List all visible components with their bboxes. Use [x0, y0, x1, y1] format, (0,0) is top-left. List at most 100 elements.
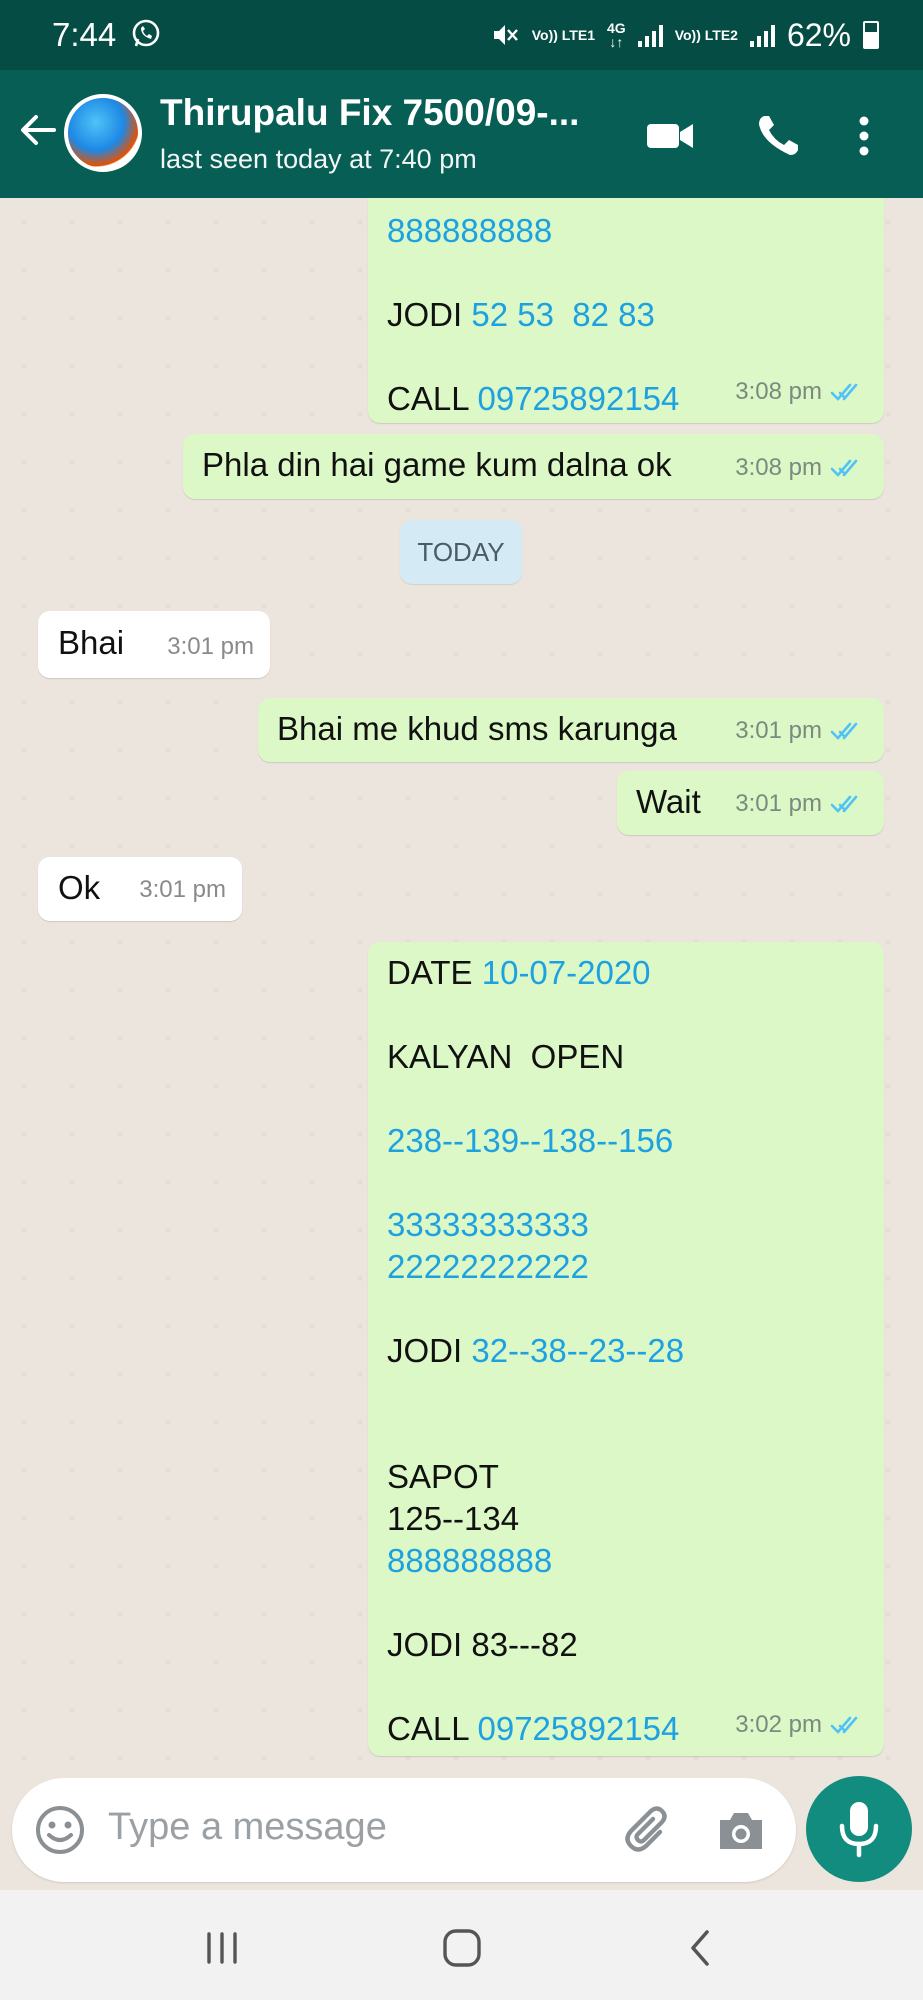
video-call-icon[interactable] — [644, 110, 696, 162]
message-text: JODI — [387, 1332, 472, 1369]
signal-icon-2 — [749, 23, 775, 47]
message-time: 3:08 pm — [735, 454, 822, 481]
message-bubble[interactable]: Bhai me khud sms karunga 3:01 pm — [258, 698, 884, 762]
read-ticks-icon — [830, 722, 858, 740]
read-ticks-icon — [830, 459, 858, 477]
message-line: DATE 10-07-2020 — [387, 952, 868, 994]
battery-percent: 62% — [786, 16, 851, 53]
message-bubble[interactable]: 888888888 JODI 52 53 82 83 CALL 09725892… — [368, 198, 884, 423]
home-icon[interactable] — [440, 1926, 484, 1970]
last-seen: last seen today at 7:40 pm — [160, 144, 477, 174]
message-text: Phla din hai game kum dalna ok — [202, 446, 672, 483]
message-text: JODI — [387, 296, 472, 333]
sim2-label: Vo)) LTE2 — [674, 27, 738, 43]
message-text: Ok — [58, 869, 101, 906]
message-time: 3:01 pm — [735, 717, 822, 744]
message-line — [387, 1582, 868, 1624]
status-time: 7:44 — [52, 16, 117, 53]
mic-icon — [839, 1802, 879, 1858]
message-link[interactable]: 09725892154 — [478, 380, 680, 417]
message-line: 125--134 — [387, 1498, 868, 1540]
message-time: 3:02 pm — [735, 1711, 822, 1738]
chat-header: Thirupalu Fix 7500/09-... last seen toda… — [0, 70, 923, 198]
message-line — [387, 252, 868, 294]
message-line — [387, 1288, 868, 1330]
message-time: 3:01 pm — [167, 633, 254, 660]
attach-icon[interactable] — [620, 1802, 676, 1858]
read-ticks-icon — [830, 795, 858, 813]
emoji-icon[interactable] — [34, 1804, 86, 1856]
message-text: SAPOT — [387, 1458, 499, 1495]
message-bubble[interactable]: DATE 10-07-2020 KALYAN OPEN 238--139--13… — [368, 942, 884, 1756]
message-bubble[interactable]: Wait 3:01 pm — [617, 771, 884, 835]
message-line: SAPOT — [387, 1456, 868, 1498]
message-meta: 3:08 pm — [735, 371, 868, 413]
message-text: Bhai me khud sms karunga — [277, 710, 677, 747]
message-link[interactable]: 52 53 82 83 — [471, 296, 655, 333]
message-line: 33333333333 — [387, 1204, 868, 1246]
mute-icon — [493, 25, 518, 45]
status-bar: 7:44 Vo)) LTE1 4G ↓↑ Vo)) LTE2 62% — [0, 0, 923, 70]
message-link[interactable]: 10-07-2020 — [482, 954, 651, 991]
message-line: 888888888 — [387, 1540, 868, 1582]
voice-call-icon[interactable] — [752, 110, 804, 162]
back-arrow-icon[interactable] — [16, 108, 60, 152]
message-line: 888888888 — [387, 210, 868, 252]
back-icon[interactable] — [680, 1926, 724, 1970]
system-navigation-bar — [0, 1890, 923, 2000]
message-link[interactable]: 238--139--138--156 — [387, 1122, 673, 1159]
message-time: 3:08 pm — [735, 378, 822, 405]
read-ticks-icon — [830, 383, 858, 401]
message-line: JODI 32--38--23--28 — [387, 1330, 868, 1372]
message-text: CALL — [387, 1710, 478, 1747]
message-meta: 3:01 pm — [735, 710, 868, 752]
whatsapp-icon — [132, 19, 160, 47]
battery-icon — [863, 21, 879, 49]
network-type: 4G ↓↑ — [607, 20, 626, 50]
message-line: KALYAN OPEN — [387, 1036, 868, 1078]
status-right-icons: Vo)) LTE1 4G ↓↑ Vo)) LTE2 62% — [490, 14, 879, 56]
message-meta: 3:01 pm — [735, 783, 868, 825]
message-line: JODI 52 53 82 83 — [387, 294, 868, 336]
message-line — [387, 1372, 868, 1414]
contact-avatar[interactable] — [64, 94, 142, 172]
message-link[interactable]: 888888888 — [387, 1542, 552, 1579]
message-meta: 3:01 pm — [167, 626, 254, 668]
more-options-icon[interactable] — [848, 110, 880, 162]
message-time: 3:01 pm — [139, 876, 226, 903]
message-input[interactable]: Type a message — [108, 1806, 387, 1849]
contact-name[interactable]: Thirupalu Fix 7500/09-... — [160, 92, 579, 134]
message-link[interactable]: 888888888 — [387, 212, 552, 249]
message-text: CALL — [387, 380, 478, 417]
message-meta: 3:08 pm — [735, 447, 868, 489]
message-link[interactable]: 22222222222 — [387, 1248, 589, 1285]
message-meta: 3:01 pm — [139, 869, 226, 911]
date-divider: TODAY — [400, 520, 522, 584]
message-bubble[interactable]: Ok 3:01 pm — [38, 857, 242, 921]
message-link[interactable]: 09725892154 — [478, 1710, 680, 1747]
message-text: JODI 83---82 — [387, 1626, 578, 1663]
recent-apps-icon[interactable] — [200, 1926, 244, 1970]
camera-icon[interactable] — [716, 1806, 766, 1856]
message-bubble[interactable]: Phla din hai game kum dalna ok 3:08 pm — [183, 434, 884, 499]
message-bubble[interactable]: Bhai 3:01 pm — [38, 611, 270, 678]
message-text: 125--134 — [387, 1500, 520, 1537]
message-line — [387, 994, 868, 1036]
message-line: 22222222222 — [387, 1246, 868, 1288]
message-text: KALYAN OPEN — [387, 1038, 625, 1075]
message-line: JODI 83---82 — [387, 1624, 868, 1666]
message-line — [387, 1666, 868, 1708]
message-composer[interactable]: Type a message — [12, 1778, 796, 1882]
read-ticks-icon — [830, 1716, 858, 1734]
message-meta: 3:02 pm — [735, 1704, 868, 1746]
message-text: DATE — [387, 954, 482, 991]
signal-icon — [637, 23, 663, 47]
sim1-label: Vo)) LTE1 — [531, 27, 595, 43]
message-text: Wait — [636, 783, 701, 820]
message-link[interactable]: 33333333333 — [387, 1206, 589, 1243]
voice-message-button[interactable] — [806, 1776, 912, 1882]
message-line: 238--139--138--156 — [387, 1120, 868, 1162]
message-line — [387, 1162, 868, 1204]
chat-area[interactable]: 888888888 JODI 52 53 82 83 CALL 09725892… — [0, 198, 923, 1780]
message-link[interactable]: 32--38--23--28 — [471, 1332, 684, 1369]
